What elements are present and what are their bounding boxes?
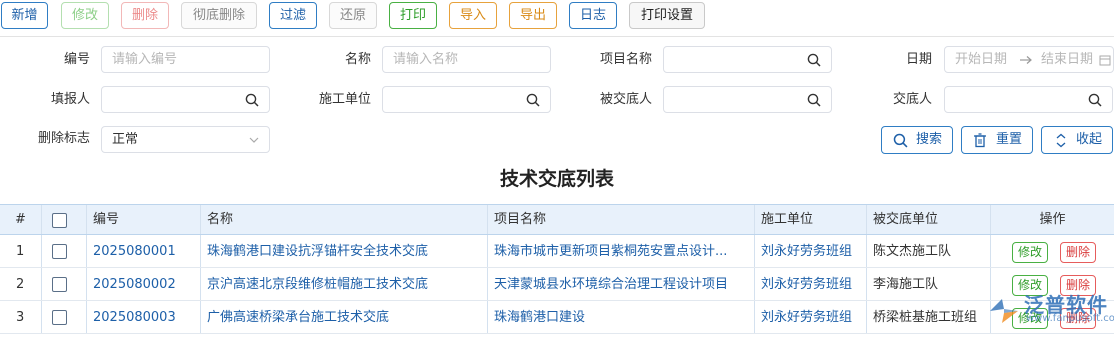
discloser-input[interactable] [944, 86, 1113, 113]
row-recipient: 李海施工队 [867, 268, 991, 300]
row-code-link[interactable]: 2025080002 [87, 268, 201, 300]
row-project-link[interactable]: 珠海鹤港口建设 [488, 301, 755, 333]
filter-button[interactable]: 过滤 [269, 2, 317, 29]
deleted-select[interactable]: 正常 [101, 126, 270, 153]
toolbar-divider [0, 36, 1114, 37]
export-button[interactable]: 导出 [509, 2, 557, 29]
header-name: 名称 [201, 205, 488, 234]
code-input[interactable]: 请输入编号 [101, 46, 270, 73]
reporter-input[interactable] [101, 86, 270, 113]
date-end[interactable]: 结束日期 [1041, 47, 1093, 72]
search-icon[interactable] [245, 93, 259, 107]
row-unit-link[interactable]: 刘永好劳务班组 [755, 235, 867, 267]
reset-button-label: 重置 [996, 132, 1023, 147]
row-unit-link[interactable]: 刘永好劳务班组 [755, 301, 867, 333]
row-project-link[interactable]: 珠海市城市更新项目紫桐苑安置点设计... [488, 235, 755, 267]
row-select-cell [42, 268, 87, 300]
import-button[interactable]: 导入 [449, 2, 497, 29]
page-title: 技术交底列表 [499, 168, 614, 190]
row-name-link[interactable]: 京沪高速北京段维修桩帽施工技术交底 [201, 268, 488, 300]
header-unit: 施工单位 [755, 205, 867, 234]
row-num: 3 [0, 301, 42, 333]
header-ops: 操作 [1039, 212, 1066, 227]
purge-button[interactable]: 彻底删除 [181, 2, 257, 29]
edit-button[interactable]: 修改 [61, 2, 109, 29]
deleted-label: 删除标志 [37, 131, 90, 146]
table-row[interactable]: 1 2025080001 珠海鹤港口建设抗浮锚杆安全技术交底 珠海市城市更新项目… [0, 235, 1114, 268]
header-select-all [42, 205, 87, 234]
header-project: 项目名称 [488, 205, 755, 234]
code-placeholder: 请输入编号 [112, 52, 178, 67]
row-select-cell [42, 235, 87, 267]
name-input[interactable]: 请输入名称 [382, 46, 551, 73]
date-start[interactable]: 开始日期 [955, 47, 1007, 72]
row-recipient: 陈文杰施工队 [867, 235, 991, 267]
watermark-logo: 泛普软件 www.fanpusoft.com [986, 290, 1114, 338]
recipient-input[interactable] [663, 86, 832, 113]
row-checkbox[interactable] [52, 244, 67, 259]
row-checkbox[interactable] [52, 277, 67, 292]
row-edit-button[interactable]: 修改 [1012, 242, 1048, 263]
row-select-cell [42, 301, 87, 333]
name-placeholder: 请输入名称 [393, 52, 459, 67]
project-input[interactable] [663, 46, 832, 73]
search-icon[interactable] [526, 93, 540, 107]
add-button[interactable]: 新增 [1, 2, 48, 29]
calendar-icon [1099, 55, 1111, 66]
print-settings-button[interactable]: 打印设置 [629, 2, 705, 29]
deleted-select-value: 正常 [112, 132, 139, 147]
date-range-input[interactable]: 开始日期 结束日期 [944, 46, 1114, 73]
date-label: 日期 [905, 52, 932, 67]
row-recipient: 桥梁桩基施工班组 [867, 301, 991, 333]
chevron-up-down-icon [1056, 133, 1066, 148]
unit-input[interactable] [382, 86, 551, 113]
watermark-url: www.fanpusoft.com [1026, 313, 1114, 324]
header-recipient: 被交底单位 [867, 205, 991, 234]
collapse-button-label: 收起 [1076, 132, 1103, 147]
reporter-label: 填报人 [50, 92, 90, 107]
row-unit-link[interactable]: 刘永好劳务班组 [755, 268, 867, 300]
name-label: 名称 [344, 52, 371, 67]
chevron-down-icon [249, 137, 259, 143]
table-row[interactable]: 3 2025080003 广佛高速桥梁承台施工技术交底 珠海鹤港口建设 刘永好劳… [0, 301, 1114, 334]
table-header-row: # 编号 名称 项目名称 施工单位 被交底单位 操作 [0, 204, 1114, 235]
search-button-label: 搜索 [916, 132, 943, 147]
arrow-right-icon [1020, 56, 1032, 64]
collapse-button[interactable]: 收起 [1041, 126, 1113, 154]
logo-icon [990, 299, 1018, 323]
delete-button[interactable]: 删除 [121, 2, 169, 29]
row-name-link[interactable]: 广佛高速桥梁承台施工技术交底 [201, 301, 488, 333]
search-icon [893, 133, 908, 148]
row-checkbox[interactable] [52, 310, 67, 325]
row-code-link[interactable]: 2025080003 [87, 301, 201, 333]
restore-button[interactable]: 还原 [329, 2, 377, 29]
row-project-link[interactable]: 天津蒙城县水环境综合治理工程设计项目 [488, 268, 755, 300]
row-name-link[interactable]: 珠海鹤港口建设抗浮锚杆安全技术交底 [201, 235, 488, 267]
log-button[interactable]: 日志 [569, 2, 617, 29]
select-all-checkbox[interactable] [52, 213, 67, 228]
header-code: 编号 [87, 205, 201, 234]
unit-label: 施工单位 [318, 92, 371, 107]
project-label: 项目名称 [599, 52, 652, 67]
print-button[interactable]: 打印 [389, 2, 437, 29]
trash-icon [974, 133, 986, 148]
reset-button[interactable]: 重置 [961, 126, 1033, 154]
table-row[interactable]: 2 2025080002 京沪高速北京段维修桩帽施工技术交底 天津蒙城县水环境综… [0, 268, 1114, 301]
row-code-link[interactable]: 2025080001 [87, 235, 201, 267]
toolbar: 新增 修改 删除 彻底删除 过滤 还原 打印 导入 导出 日志 打印设置 [0, 0, 1114, 36]
search-icon[interactable] [807, 93, 821, 107]
discloser-label: 交底人 [892, 92, 932, 107]
recipient-label: 被交底人 [599, 92, 652, 107]
row-num: 1 [0, 235, 42, 267]
search-button[interactable]: 搜索 [881, 126, 953, 154]
row-num: 2 [0, 268, 42, 300]
header-num: # [0, 205, 42, 234]
code-label: 编号 [63, 52, 90, 67]
row-delete-button[interactable]: 删除 [1060, 242, 1096, 263]
search-icon[interactable] [1088, 93, 1102, 107]
search-icon[interactable] [807, 53, 821, 67]
